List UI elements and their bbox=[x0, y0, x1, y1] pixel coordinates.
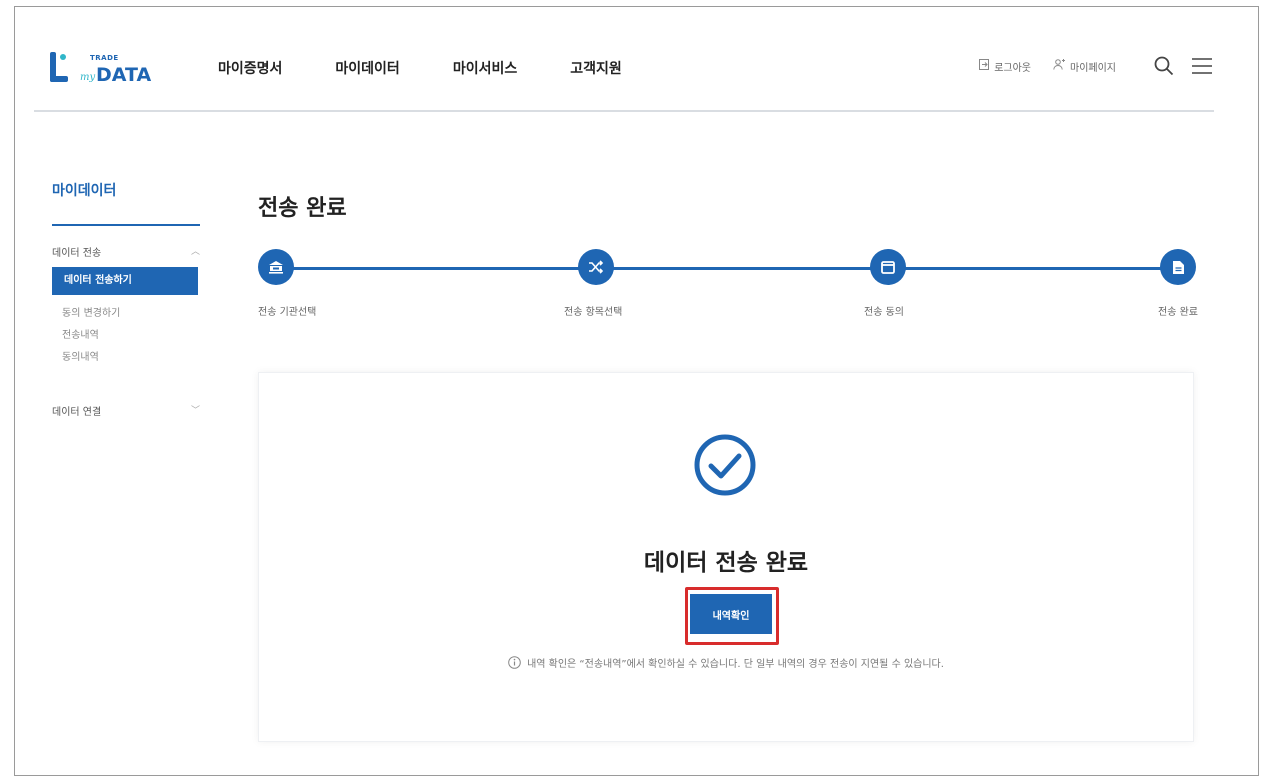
sidebar-title: 마이데이터 bbox=[52, 180, 200, 226]
utility-menu: 로그아웃 마이페이지 bbox=[979, 54, 1214, 78]
sidebar-item-transfer-history[interactable]: 전송내역 bbox=[52, 325, 198, 347]
menu-icon[interactable] bbox=[1190, 54, 1214, 78]
calendar-icon bbox=[870, 249, 906, 285]
notice-text-row: 내역 확인은 “전송내역”에서 확인하실 수 있습니다. 단 일부 내역의 경우… bbox=[259, 655, 1193, 670]
site-header: TRADE my DATA 마이증명서 마이데이터 마이서비스 고객지원 로그아… bbox=[34, 36, 1214, 112]
search-icon[interactable] bbox=[1152, 54, 1176, 78]
page-title: 전송 완료 bbox=[258, 196, 347, 221]
sidebar-item-consent-history[interactable]: 동의내역 bbox=[52, 347, 198, 369]
logout-icon bbox=[979, 59, 990, 73]
completion-card: 데이터 전송 완료 내역확인 내역 확인은 “전송내역”에서 확인하실 수 있습… bbox=[258, 372, 1194, 742]
mypage-link[interactable]: 마이페이지 bbox=[1053, 59, 1116, 74]
logo-my-text: my bbox=[80, 72, 96, 83]
main-nav: 마이증명서 마이데이터 마이서비스 고객지원 bbox=[218, 58, 622, 78]
step-label: 전송 완료 bbox=[1158, 307, 1198, 318]
sidebar-group-label: 데이터 전송 bbox=[52, 248, 102, 259]
nav-customer-support[interactable]: 고객지원 bbox=[570, 58, 622, 78]
user-icon bbox=[1053, 59, 1065, 73]
view-details-button[interactable]: 내역확인 bbox=[690, 594, 772, 634]
sidebar-submenu: 데이터 전송하기 동의 변경하기 전송내역 동의내역 bbox=[52, 267, 202, 369]
completion-title: 데이터 전송 완료 bbox=[643, 550, 809, 576]
sidebar-group-data-connect[interactable]: 데이터 연결 ﹀ bbox=[52, 403, 200, 418]
nav-my-certificate[interactable]: 마이증명서 bbox=[218, 58, 282, 78]
progress-stepper: 전송 기관선택 전송 항목선택 전송 동의 전송 완료 bbox=[258, 249, 1198, 329]
step-complete: 전송 완료 bbox=[1158, 249, 1198, 318]
document-icon bbox=[1160, 249, 1196, 285]
sidebar-group-label: 데이터 연결 bbox=[52, 407, 102, 418]
sidebar-item-change-consent[interactable]: 동의 변경하기 bbox=[52, 303, 198, 325]
logo-data-text: DATA bbox=[96, 64, 152, 86]
step-label: 전송 동의 bbox=[864, 307, 904, 318]
logout-label: 로그아웃 bbox=[994, 62, 1031, 74]
stepper-line bbox=[276, 267, 1180, 270]
logout-link[interactable]: 로그아웃 bbox=[979, 59, 1031, 74]
nav-my-data[interactable]: 마이데이터 bbox=[335, 58, 399, 78]
site-logo[interactable]: TRADE my DATA bbox=[48, 48, 168, 92]
institution-icon bbox=[258, 249, 294, 285]
step-institution: 전송 기관선택 bbox=[258, 249, 316, 318]
chevron-up-icon: ︿ bbox=[190, 247, 200, 257]
sidebar: 마이데이터 데이터 전송 ︿ 데이터 전송하기 동의 변경하기 전송내역 동의내… bbox=[52, 180, 202, 418]
step-label: 전송 항목선택 bbox=[564, 307, 623, 318]
step-items: 전송 항목선택 bbox=[564, 249, 622, 318]
sidebar-item-send-data[interactable]: 데이터 전송하기 bbox=[52, 267, 198, 295]
logo-mark-icon bbox=[48, 52, 70, 84]
logo-trade-text: TRADE bbox=[90, 54, 119, 62]
sidebar-group-data-transfer[interactable]: 데이터 전송 ︿ bbox=[52, 244, 200, 259]
info-icon bbox=[508, 656, 521, 669]
step-consent: 전송 동의 bbox=[864, 249, 906, 318]
shuffle-icon bbox=[578, 249, 614, 285]
nav-my-service[interactable]: 마이서비스 bbox=[453, 58, 517, 78]
step-label: 전송 기관선택 bbox=[258, 307, 317, 318]
chevron-down-icon: ﹀ bbox=[190, 406, 200, 416]
check-circle-icon bbox=[693, 433, 757, 497]
notice-text: 내역 확인은 “전송내역”에서 확인하실 수 있습니다. 단 일부 내역의 경우… bbox=[527, 659, 944, 670]
mypage-label: 마이페이지 bbox=[1070, 62, 1116, 74]
